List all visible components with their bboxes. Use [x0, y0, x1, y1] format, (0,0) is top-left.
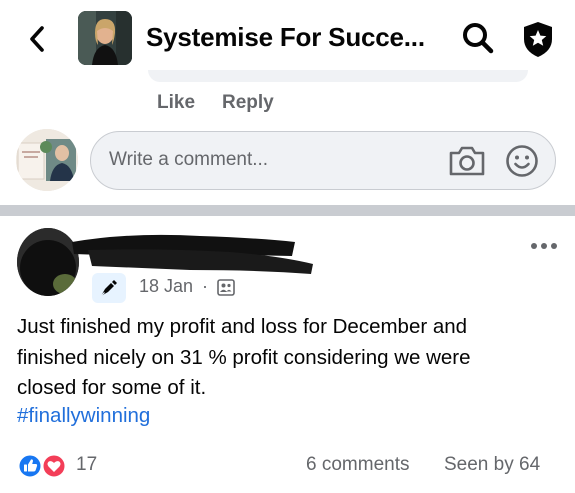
- comment-like-button[interactable]: Like: [157, 92, 195, 114]
- author-name-redacted[interactable]: [70, 226, 315, 276]
- comments-count[interactable]: 6 comments: [306, 454, 409, 476]
- post-body: Just finished my profit and loss for Dec…: [17, 312, 565, 404]
- comment-placeholder: Write a comment...: [109, 149, 269, 170]
- emoji-button[interactable]: [505, 144, 539, 178]
- shield-star-icon: [524, 22, 552, 57]
- camera-button[interactable]: [447, 144, 487, 178]
- camera-icon: [449, 146, 485, 176]
- back-button[interactable]: [20, 22, 54, 56]
- post-text-line: finished nicely on 31 % profit consideri…: [17, 345, 471, 369]
- reaction-count[interactable]: 17: [76, 454, 97, 476]
- page-title: Systemise For Succe...: [146, 22, 425, 52]
- section-divider: [0, 205, 575, 216]
- love-reaction-icon: [41, 453, 67, 479]
- search-button[interactable]: [460, 20, 496, 56]
- emoji-icon: [506, 145, 538, 177]
- post-options-button[interactable]: [528, 236, 560, 256]
- search-icon: [463, 23, 494, 54]
- post-text-line: Just finished my profit and loss for Dec…: [17, 315, 468, 338]
- more-horizontal-icon: [531, 243, 557, 249]
- seen-by-count[interactable]: Seen by 64: [444, 454, 540, 476]
- top-bar: Systemise For Succe...: [0, 0, 575, 78]
- group-avatar[interactable]: [78, 11, 132, 65]
- hashtag-link[interactable]: #finallywinning: [17, 404, 150, 428]
- like-reaction-icon: [17, 453, 43, 479]
- post-date[interactable]: 18 Jan: [139, 276, 193, 297]
- members-audience-icon: [217, 279, 235, 296]
- pen-nib-icon: [100, 280, 117, 297]
- current-user-avatar[interactable]: [16, 129, 78, 191]
- admin-tools-button[interactable]: [520, 20, 556, 58]
- comment-reply-button[interactable]: Reply: [222, 92, 274, 114]
- post-text-line: closed for some of it.: [17, 376, 207, 399]
- chevron-left-icon: [30, 26, 44, 52]
- previous-comment-bubble: [148, 70, 528, 82]
- meta-separator: ·: [202, 276, 208, 296]
- reactions-summary[interactable]: [17, 453, 69, 479]
- comment-input[interactable]: Write a comment...: [90, 131, 556, 190]
- top-contributor-badge[interactable]: [92, 273, 126, 303]
